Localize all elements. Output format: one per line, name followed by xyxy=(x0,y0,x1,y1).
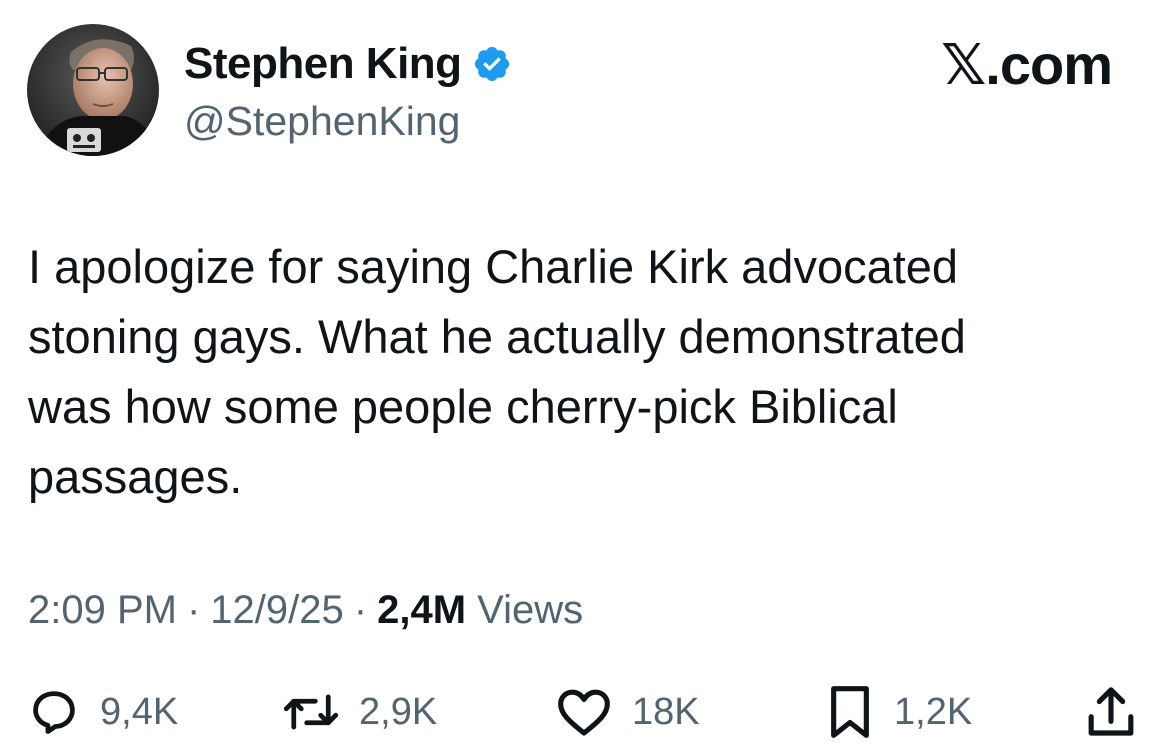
repost-icon xyxy=(283,694,339,730)
author-display-name[interactable]: Stephen King xyxy=(184,39,462,89)
brand-label: 𝕏.com xyxy=(941,33,1113,96)
author-name-row: Stephen King xyxy=(184,38,512,90)
heart-icon xyxy=(558,689,610,736)
repost-button[interactable]: 2,9K xyxy=(283,682,437,742)
bookmark-count: 1,2K xyxy=(894,690,973,733)
reply-count: 9,4K xyxy=(100,690,179,733)
repost-count: 2,9K xyxy=(359,690,438,733)
like-count: 18K xyxy=(632,690,700,733)
meta-separator: · xyxy=(186,588,201,632)
meta-separator: · xyxy=(353,588,368,632)
reply-button[interactable]: 9,4K xyxy=(28,682,178,742)
tweet-text: I apologize for saying Charlie Kirk advo… xyxy=(28,240,966,503)
bookmark-button[interactable]: 1,2K xyxy=(826,682,972,742)
avatar-image xyxy=(27,24,159,156)
reply-icon xyxy=(33,691,75,734)
tweet-meta: 2:09 PM · 12/9/25 · 2,4M Views xyxy=(28,588,583,633)
action-bar: 9,4K 2,9K 18K 1,2K xyxy=(0,682,1170,742)
author-block: Stephen King @StephenKing xyxy=(184,38,512,145)
views-count: 2,4M xyxy=(377,588,467,632)
author-handle[interactable]: @StephenKing xyxy=(184,98,512,145)
tweet-time[interactable]: 2:09 PM xyxy=(28,588,177,632)
tweet-date[interactable]: 12/9/25 xyxy=(210,588,343,632)
bookmark-icon xyxy=(831,686,869,738)
like-button[interactable]: 18K xyxy=(556,682,700,742)
views-label: Views xyxy=(477,588,584,632)
share-icon xyxy=(1088,687,1134,736)
verified-badge-icon[interactable] xyxy=(472,44,512,84)
author-avatar[interactable] xyxy=(27,24,159,156)
share-button[interactable] xyxy=(1085,682,1137,742)
